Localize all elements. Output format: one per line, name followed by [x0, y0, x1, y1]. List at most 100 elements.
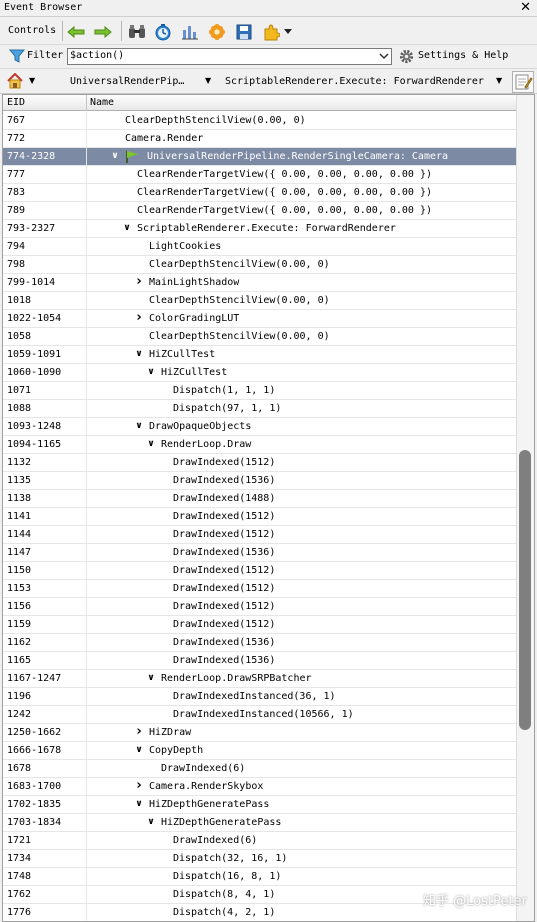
filter-input[interactable]: $action() [67, 48, 392, 65]
table-row[interactable]: 783 ClearRenderTargetView({ 0.00, 0.00, 0… [3, 184, 517, 202]
column-eid[interactable]: EID [7, 97, 25, 108]
expand-chevron-down-icon[interactable]: ∨ [146, 673, 156, 683]
event-name: RenderLoop.DrawSRPBatcher [161, 673, 312, 684]
settings-help-button[interactable]: Settings & Help [418, 50, 508, 61]
expand-chevron-down-icon[interactable]: ∨ [134, 349, 144, 359]
bar-chart-icon[interactable] [180, 22, 200, 41]
event-name: HiZCullTest [161, 367, 228, 378]
collapse-chevron-right-icon[interactable]: › [134, 274, 144, 289]
table-row[interactable]: 1144 DrawIndexed(1512) [3, 526, 517, 544]
table-row[interactable]: 1093-1248 ∨ DrawOpaqueObjects [3, 418, 517, 436]
table-row[interactable]: 1018 ClearDepthStencilView(0.00, 0) [3, 292, 517, 310]
event-tree[interactable]: EID Name 767 ClearDepthStencilView(0.00, … [2, 94, 535, 922]
event-name: DrawIndexed(1536) [173, 637, 276, 648]
table-row[interactable]: 1156 DrawIndexed(1512) [3, 598, 517, 616]
expand-chevron-down-icon[interactable]: ∨ [146, 817, 156, 827]
close-icon[interactable]: ✕ [520, 0, 531, 15]
breadcrumb-dropdown-icon[interactable]: ▼ [205, 76, 211, 85]
event-name: ColorGradingLUT [149, 313, 240, 324]
expand-chevron-down-icon[interactable]: ∨ [134, 799, 144, 809]
table-row[interactable]: 1060-1090 ∨ HiZCullTest [3, 364, 517, 382]
table-row[interactable]: 1058 ClearDepthStencilView(0.00, 0) [3, 328, 517, 346]
table-row[interactable]: 1162 DrawIndexed(1536) [3, 634, 517, 652]
home-dropdown-icon[interactable]: ▼ [29, 76, 35, 85]
table-row[interactable]: 1242 DrawIndexedInstanced(10566, 1) [3, 706, 517, 724]
scrollbar-thumb[interactable] [519, 450, 531, 730]
table-row[interactable]: 1132 DrawIndexed(1512) [3, 454, 517, 472]
flower-icon[interactable] [207, 22, 227, 41]
event-id: 1762 [7, 889, 32, 900]
table-row[interactable]: 1683-1700 › Camera.RenderSkybox [3, 778, 517, 796]
table-row[interactable]: 1678 DrawIndexed(6) [3, 760, 517, 778]
event-name: HiZDraw [149, 727, 192, 738]
notepad-icon[interactable] [512, 71, 534, 93]
table-row[interactable]: 1088 Dispatch(97, 1, 1) [3, 400, 517, 418]
table-row[interactable]: 767 ClearDepthStencilView(0.00, 0) [3, 112, 517, 130]
binoculars-icon[interactable] [127, 22, 147, 41]
table-row[interactable]: 1165 DrawIndexed(1536) [3, 652, 517, 670]
table-row[interactable]: 794 LightCookies [3, 238, 517, 256]
table-row[interactable]: 1147 DrawIndexed(1536) [3, 544, 517, 562]
expand-chevron-down-icon[interactable]: ∨ [134, 745, 144, 755]
table-row[interactable]: 1150 DrawIndexed(1512) [3, 562, 517, 580]
column-divider[interactable] [86, 95, 87, 111]
table-row[interactable]: 789 ClearRenderTargetView({ 0.00, 0.00, 0… [3, 202, 517, 220]
vertical-scrollbar[interactable] [516, 95, 534, 921]
event-id: 1165 [7, 655, 32, 666]
timer-icon[interactable] [153, 22, 173, 41]
table-row[interactable]: 1153 DrawIndexed(1512) [3, 580, 517, 598]
table-row[interactable]: 1059-1091 ∨ HiZCullTest [3, 346, 517, 364]
table-row[interactable]: 1250-1662 › HiZDraw [3, 724, 517, 742]
column-name[interactable]: Name [90, 97, 114, 108]
home-icon[interactable] [6, 72, 24, 92]
collapse-chevron-right-icon[interactable]: › [134, 778, 144, 793]
table-row[interactable]: 1135 DrawIndexed(1536) [3, 472, 517, 490]
expand-chevron-down-icon[interactable]: ∨ [134, 421, 144, 431]
expand-chevron-down-icon[interactable]: ∨ [146, 439, 156, 449]
table-row[interactable]: 793-2327 ∨ ScriptableRenderer.Execute: For… [3, 220, 517, 238]
table-row[interactable]: 777 ClearRenderTargetView({ 0.00, 0.00, 0… [3, 166, 517, 184]
table-row[interactable]: 1703-1834 ∨ HiZDepthGeneratePass [3, 814, 517, 832]
table-row[interactable]: 772 Camera.Render [3, 130, 517, 148]
breadcrumb-item[interactable]: ScriptableRenderer.Execute: ForwardRende… [225, 76, 484, 87]
breadcrumb-item[interactable]: UniversalRenderPip… [70, 76, 184, 87]
table-row[interactable]: 774-2328 ∨ UniversalRenderPipeline.RenderS… [3, 148, 517, 166]
table-row[interactable]: 1196 DrawIndexedInstanced(36, 1) [3, 688, 517, 706]
table-row[interactable]: 798 ClearDepthStencilView(0.00, 0) [3, 256, 517, 274]
event-id: 1734 [7, 853, 32, 864]
puzzle-icon[interactable] [261, 22, 281, 41]
event-id: 1060-1090 [7, 367, 62, 378]
table-row[interactable]: 1734 Dispatch(32, 16, 1) [3, 850, 517, 868]
cell-divider [86, 904, 87, 921]
event-id: 1776 [7, 907, 32, 918]
expand-chevron-down-icon[interactable]: ∨ [122, 223, 132, 233]
filter-dropdown-icon[interactable] [376, 49, 391, 64]
expand-chevron-down-icon[interactable]: ∨ [146, 367, 156, 377]
arrow-left-icon[interactable] [66, 22, 86, 41]
table-row[interactable]: 1094-1165 ∨ RenderLoop.Draw [3, 436, 517, 454]
table-row[interactable]: 799-1014 › MainLightShadow [3, 274, 517, 292]
arrow-right-icon[interactable] [93, 22, 113, 41]
event-id: 1144 [7, 529, 32, 540]
event-name: DrawIndexed(1512) [173, 583, 276, 594]
event-name: DrawIndexed(1512) [173, 457, 276, 468]
gear-icon[interactable] [399, 49, 414, 67]
cell-divider [86, 418, 87, 436]
table-row[interactable]: 1167-1247 ∨ RenderLoop.DrawSRPBatcher [3, 670, 517, 688]
breadcrumb-dropdown-icon[interactable]: ▼ [496, 76, 502, 85]
table-row[interactable]: 1702-1835 ∨ HiZDepthGeneratePass [3, 796, 517, 814]
table-row[interactable]: 1071 Dispatch(1, 1, 1) [3, 382, 517, 400]
table-row[interactable]: 1666-1678 ∨ CopyDepth [3, 742, 517, 760]
table-row[interactable]: 1141 DrawIndexed(1512) [3, 508, 517, 526]
table-row[interactable]: 1721 DrawIndexed(6) [3, 832, 517, 850]
table-row[interactable]: 1138 DrawIndexed(1488) [3, 490, 517, 508]
expand-chevron-down-icon[interactable]: ∨ [110, 151, 120, 161]
event-id: 1167-1247 [7, 673, 62, 684]
table-row[interactable]: 1022-1054 › ColorGradingLUT [3, 310, 517, 328]
save-icon[interactable] [234, 22, 254, 41]
table-row[interactable]: 1159 DrawIndexed(1512) [3, 616, 517, 634]
dropdown-arrow-icon[interactable] [282, 22, 294, 41]
collapse-chevron-right-icon[interactable]: › [134, 310, 144, 325]
collapse-chevron-right-icon[interactable]: › [134, 724, 144, 739]
table-row[interactable]: 1748 Dispatch(16, 8, 1) [3, 868, 517, 886]
